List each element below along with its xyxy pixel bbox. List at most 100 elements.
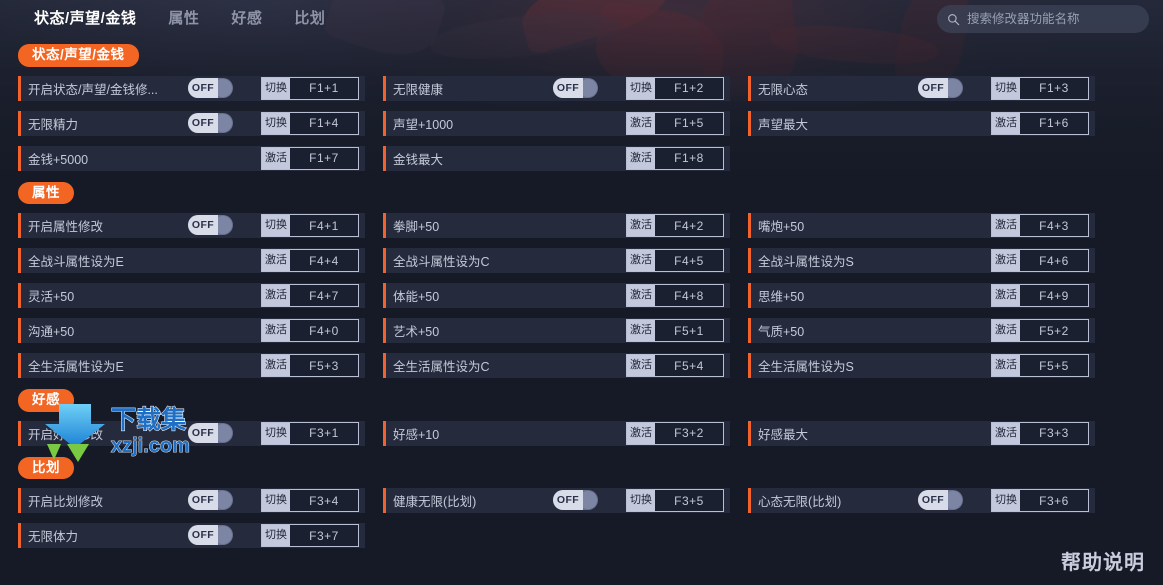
row-accent-bar	[748, 420, 751, 446]
hotkey-binding[interactable]: 激活 F5+5	[991, 354, 1089, 378]
search-input[interactable]	[967, 12, 1139, 26]
hotkey-key-label[interactable]: F5+2	[1020, 320, 1088, 341]
cheat-toggle[interactable]: OFF	[188, 525, 233, 546]
cheat-row: 好感+10 激活 F3+2	[365, 416, 730, 451]
cheat-label: 心态无限(比划)	[758, 495, 842, 510]
cheat-label: 沟通+50	[28, 325, 75, 340]
cheat-row: 开启状态/声望/金钱修... OFF 切换 F1+1	[0, 71, 365, 106]
hotkey-binding[interactable]: 切换 F1+1	[261, 76, 359, 100]
hotkey-binding[interactable]: 激活 F1+8	[626, 146, 724, 170]
tab-0[interactable]: 状态/声望/金钱	[18, 0, 152, 38]
hotkey-binding[interactable]: 激活 F4+9	[991, 284, 1089, 308]
cheat-toggle[interactable]: OFF	[553, 77, 598, 98]
hotkey-binding[interactable]: 激活 F3+3	[991, 421, 1089, 445]
hotkey-key-label[interactable]: F1+5	[655, 113, 723, 134]
hotkey-binding[interactable]: 切换 F3+5	[626, 489, 724, 513]
tab-3[interactable]: 比划	[278, 0, 341, 38]
cheat-label: 全战斗属性设为C	[393, 255, 490, 270]
hotkey-binding[interactable]: 激活 F5+4	[626, 354, 724, 378]
hotkey-binding[interactable]: 激活 F4+2	[626, 214, 724, 238]
tab-1[interactable]: 属性	[152, 0, 215, 38]
hotkey-binding[interactable]: 激活 F1+5	[626, 111, 724, 135]
hotkey-key-label[interactable]: F4+7	[290, 285, 358, 306]
hotkey-binding[interactable]: 激活 F5+2	[991, 319, 1089, 343]
hotkey-action-label: 激活	[262, 320, 290, 342]
cheat-row-body: 好感最大 激活 F3+3	[748, 420, 1095, 446]
row-accent-bar	[748, 283, 751, 309]
hotkey-binding[interactable]: 激活 F3+2	[626, 421, 724, 445]
hotkey-key-label[interactable]: F3+5	[655, 490, 723, 511]
hotkey-binding[interactable]: 切换 F3+6	[991, 489, 1089, 513]
hotkey-key-label[interactable]: F5+5	[1020, 355, 1088, 376]
hotkey-binding[interactable]: 激活 F1+7	[261, 146, 359, 170]
hotkey-action-label: 激活	[992, 250, 1020, 272]
hotkey-key-label[interactable]: F1+6	[1020, 113, 1088, 134]
hotkey-key-label[interactable]: F4+4	[290, 250, 358, 271]
row-accent-bar	[18, 523, 21, 549]
cheat-toggle[interactable]: OFF	[188, 422, 233, 443]
hotkey-key-label[interactable]: F4+3	[1020, 215, 1088, 236]
hotkey-binding[interactable]: 切换 F1+3	[991, 76, 1089, 100]
cheat-toggle[interactable]: OFF	[553, 490, 598, 511]
cheat-row: 无限精力 OFF 切换 F1+4	[0, 106, 365, 141]
hotkey-key-label[interactable]: F4+8	[655, 285, 723, 306]
hotkey-key-label[interactable]: F1+1	[290, 78, 358, 99]
hotkey-key-label[interactable]: F4+5	[655, 250, 723, 271]
hotkey-key-label[interactable]: F5+1	[655, 320, 723, 341]
hotkey-key-label[interactable]: F4+2	[655, 215, 723, 236]
hotkey-binding[interactable]: 切换 F1+2	[626, 76, 724, 100]
hotkey-binding[interactable]: 激活 F5+1	[626, 319, 724, 343]
hotkey-key-label[interactable]: F3+7	[290, 525, 358, 546]
hotkey-key-label[interactable]: F4+0	[290, 320, 358, 341]
cheat-label: 金钱最大	[393, 152, 444, 167]
hotkey-binding[interactable]: 激活 F5+3	[261, 354, 359, 378]
hotkey-binding[interactable]: 激活 F4+4	[261, 249, 359, 273]
hotkey-binding[interactable]: 激活 F4+6	[991, 249, 1089, 273]
cheat-label: 全战斗属性设为S	[758, 255, 854, 270]
cheat-toggle[interactable]: OFF	[918, 77, 963, 98]
hotkey-key-label[interactable]: F1+2	[655, 78, 723, 99]
cheat-toggle[interactable]: OFF	[188, 215, 233, 236]
hotkey-binding[interactable]: 激活 F4+5	[626, 249, 724, 273]
hotkey-binding[interactable]: 切换 F3+7	[261, 524, 359, 548]
cheat-toggle[interactable]: OFF	[188, 77, 233, 98]
row-accent-bar	[748, 353, 751, 379]
hotkey-key-label[interactable]: F4+6	[1020, 250, 1088, 271]
hotkey-key-label[interactable]: F4+9	[1020, 285, 1088, 306]
hotkey-key-label[interactable]: F1+4	[290, 113, 358, 134]
hotkey-binding[interactable]: 激活 F4+7	[261, 284, 359, 308]
hotkey-key-label[interactable]: F4+1	[290, 215, 358, 236]
cheat-label: 气质+50	[758, 325, 805, 340]
cheat-row: 开启比划修改 OFF 切换 F3+4	[0, 483, 365, 518]
hotkey-key-label[interactable]: F5+4	[655, 355, 723, 376]
hotkey-key-label[interactable]: F3+2	[655, 423, 723, 444]
hotkey-binding[interactable]: 切换 F3+1	[261, 421, 359, 445]
hotkey-binding[interactable]: 激活 F4+8	[626, 284, 724, 308]
cheat-toggle[interactable]: OFF	[918, 490, 963, 511]
hotkey-key-label[interactable]: F5+3	[290, 355, 358, 376]
hotkey-key-label[interactable]: F1+8	[655, 148, 723, 169]
search-box[interactable]	[937, 5, 1149, 33]
cheat-label: 开启好感修改	[28, 427, 104, 442]
hotkey-key-label[interactable]: F3+1	[290, 423, 358, 444]
cheat-toggle[interactable]: OFF	[188, 490, 233, 511]
hotkey-binding[interactable]: 激活 F4+0	[261, 319, 359, 343]
hotkey-key-label[interactable]: F1+7	[290, 148, 358, 169]
hotkey-key-label[interactable]: F1+3	[1020, 78, 1088, 99]
hotkey-key-label[interactable]: F3+4	[290, 490, 358, 511]
cheat-list: 状态/声望/金钱 开启状态/声望/金钱修... OFF 切换 F1+1 无限健康 OFF 切换…	[0, 38, 1163, 585]
cheat-row: 全生活属性设为S 激活 F5+5	[730, 348, 1095, 383]
cheat-label: 全战斗属性设为E	[28, 255, 124, 270]
cheat-toggle[interactable]: OFF	[188, 112, 233, 133]
tab-2[interactable]: 好感	[215, 0, 278, 38]
hotkey-key-label[interactable]: F3+3	[1020, 423, 1088, 444]
hotkey-binding[interactable]: 激活 F4+3	[991, 214, 1089, 238]
hotkey-binding[interactable]: 激活 F1+6	[991, 111, 1089, 135]
cheat-label: 声望最大	[758, 117, 809, 132]
hotkey-binding[interactable]: 切换 F3+4	[261, 489, 359, 513]
hotkey-binding[interactable]: 切换 F1+4	[261, 111, 359, 135]
cheat-row-body: 开启好感修改 OFF 切换 F3+1	[18, 420, 365, 446]
hotkey-key-label[interactable]: F3+6	[1020, 490, 1088, 511]
hotkey-binding[interactable]: 切换 F4+1	[261, 214, 359, 238]
help-button[interactable]: 帮助说明	[1061, 546, 1145, 575]
